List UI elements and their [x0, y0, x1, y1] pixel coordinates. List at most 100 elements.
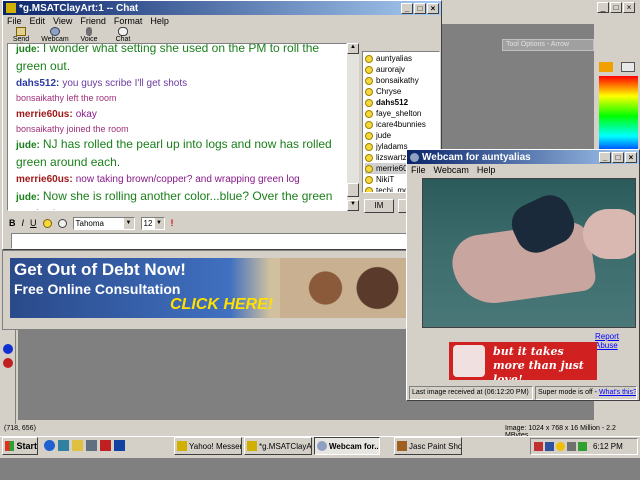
scroll-thumb[interactable]	[347, 183, 359, 197]
app-icon[interactable]	[86, 440, 97, 451]
volume-icon[interactable]	[567, 442, 576, 451]
task-webcam[interactable]: Webcam for...	[314, 437, 380, 455]
webcam-ad-banner[interactable]: but it takes more than just love!	[449, 342, 597, 380]
chevron-down-icon: ▼	[154, 217, 164, 229]
user-name: aurorajv	[376, 65, 405, 74]
webcam-menu-webcam[interactable]: Webcam	[434, 165, 469, 175]
chat-scrollbar[interactable]: ▲ ▼	[347, 43, 359, 211]
desktop-icon[interactable]	[58, 440, 69, 451]
user-list-item[interactable]: faye_shelton	[365, 108, 437, 119]
whats-this-link[interactable]: What's this?	[599, 389, 636, 396]
super-mode-status: Super mode is off - What's this?	[535, 386, 637, 400]
alert-icon[interactable]: !	[171, 218, 174, 228]
italic-button[interactable]: I	[22, 218, 25, 228]
tray-icon[interactable]	[556, 442, 565, 451]
tray-icon[interactable]	[534, 442, 543, 451]
microphone-icon	[86, 27, 92, 36]
debt-ad-banner[interactable]: Get Out of Debt Now! Free Online Consult…	[10, 258, 410, 318]
scroll-up-button[interactable]: ▲	[347, 43, 359, 54]
menu-help[interactable]: Help	[150, 16, 169, 26]
user-name: dahs512	[376, 98, 409, 107]
paint-close-button[interactable]: ×	[623, 2, 635, 13]
app-icon[interactable]	[100, 440, 111, 451]
message-nick[interactable]: jude:	[16, 192, 40, 203]
chat-close-button[interactable]: ×	[427, 2, 439, 14]
task-paint-shop[interactable]: Jasc Paint Sho...	[394, 437, 462, 455]
color-icon[interactable]	[57, 218, 67, 228]
webcam-menu-file[interactable]: File	[411, 165, 426, 175]
user-list-item[interactable]: aurorajv	[365, 64, 437, 75]
menu-view[interactable]: View	[53, 16, 72, 26]
chevron-down-icon: ▼	[123, 217, 134, 229]
bold-button[interactable]: B	[9, 218, 16, 228]
menu-file[interactable]: File	[7, 16, 22, 26]
webcam-icon	[410, 152, 419, 162]
message-nick[interactable]: merrie60us:	[16, 174, 73, 185]
smiley-face-icon	[365, 76, 373, 85]
tool-color-icon[interactable]	[3, 344, 13, 354]
font-select[interactable]: Tahoma ▼	[72, 216, 135, 230]
webcam-maximize-button[interactable]: □	[612, 151, 624, 163]
start-button[interactable]: Start	[2, 437, 38, 455]
word-icon[interactable]	[114, 440, 125, 451]
chat-maximize-button[interactable]: □	[414, 2, 426, 14]
paint-maximize-button[interactable]: □	[610, 2, 622, 13]
menu-edit[interactable]: Edit	[30, 16, 46, 26]
scroll-down-button[interactable]: ▼	[347, 200, 359, 211]
user-name: jude	[376, 131, 392, 140]
outlook-icon[interactable]	[72, 440, 83, 451]
tool-options-panel[interactable]: Tool Options - Arrow	[502, 39, 594, 51]
ad-subline: Free Online Consultation	[14, 281, 181, 297]
font-size-select[interactable]: 12 ▼	[140, 216, 165, 230]
webcam-titlebar[interactable]: Webcam for auntyalias _ □ ×	[407, 150, 639, 164]
smiley-face-icon	[365, 65, 373, 74]
report-abuse-link[interactable]: Report Abuse	[595, 332, 639, 350]
user-list-item[interactable]: bonsaikathy	[365, 75, 437, 86]
foreground-swatch[interactable]	[599, 62, 613, 72]
smiley-icon[interactable]	[42, 218, 52, 228]
background-swatch[interactable]	[621, 62, 635, 72]
user-list-item[interactable]: Chryse	[365, 86, 437, 97]
webcam-menu-help[interactable]: Help	[477, 165, 496, 175]
ie-icon[interactable]	[44, 440, 55, 451]
message-nick[interactable]: jude:	[16, 44, 40, 55]
chat-input[interactable]	[11, 233, 439, 249]
im-button[interactable]: IM	[364, 199, 394, 213]
webcam-window[interactable]: Webcam for auntyalias _ □ × File Webcam …	[406, 149, 640, 401]
chat-window[interactable]: *g.MSATClayArt:1 -- Chat _ □ × File Edit…	[2, 0, 442, 250]
user-list-item[interactable]: icare4bunnies	[365, 119, 437, 130]
tool-fill-icon[interactable]	[3, 358, 13, 368]
task-yahoo-messenger[interactable]: Yahoo! Messen...	[174, 437, 242, 455]
menu-format[interactable]: Format	[114, 16, 143, 26]
message-nick[interactable]: jude:	[16, 140, 40, 151]
webcam-minimize-button[interactable]: _	[599, 151, 611, 163]
chat-titlebar[interactable]: *g.MSATClayArt:1 -- Chat _ □ ×	[3, 1, 441, 15]
message-nick[interactable]: dahs512:	[16, 78, 59, 89]
smiley-face-icon	[365, 87, 373, 96]
user-list-item[interactable]: jude	[365, 130, 437, 141]
yahoo-icon	[247, 441, 257, 451]
message-nick[interactable]: merrie60us:	[16, 109, 73, 120]
tray-icon[interactable]	[578, 442, 587, 451]
chat-minimize-button[interactable]: _	[401, 2, 413, 14]
system-message: bonsaikathy left the room	[16, 93, 117, 103]
paint-window-buttons[interactable]: _ □ ×	[596, 2, 635, 13]
underline-button[interactable]: U	[30, 218, 37, 228]
user-name: lizswartz	[376, 153, 407, 162]
user-list-item[interactable]: auntyalias	[365, 53, 437, 64]
smiley-face-icon	[365, 54, 373, 63]
task-chat[interactable]: *g.MSATClayAr...	[244, 437, 312, 455]
paint-minimize-button[interactable]: _	[597, 2, 609, 13]
menu-friend[interactable]: Friend	[80, 16, 106, 26]
message-text: I wonder what setting she used on the PM…	[16, 43, 320, 73]
quick-launch	[44, 440, 125, 451]
system-tray: 6:12 PM	[530, 438, 638, 455]
ad-heart-icon	[453, 345, 485, 377]
chat-messages-pane[interactable]: jude: I wonder what setting she used on t…	[7, 43, 347, 211]
tray-icon[interactable]	[545, 442, 554, 451]
user-name: NikiT	[376, 175, 395, 184]
webcam-menubar: File Webcam Help	[407, 164, 639, 176]
user-list-item[interactable]: dahs512	[365, 97, 437, 108]
clock[interactable]: 6:12 PM	[593, 442, 623, 451]
webcam-close-button[interactable]: ×	[625, 151, 637, 163]
